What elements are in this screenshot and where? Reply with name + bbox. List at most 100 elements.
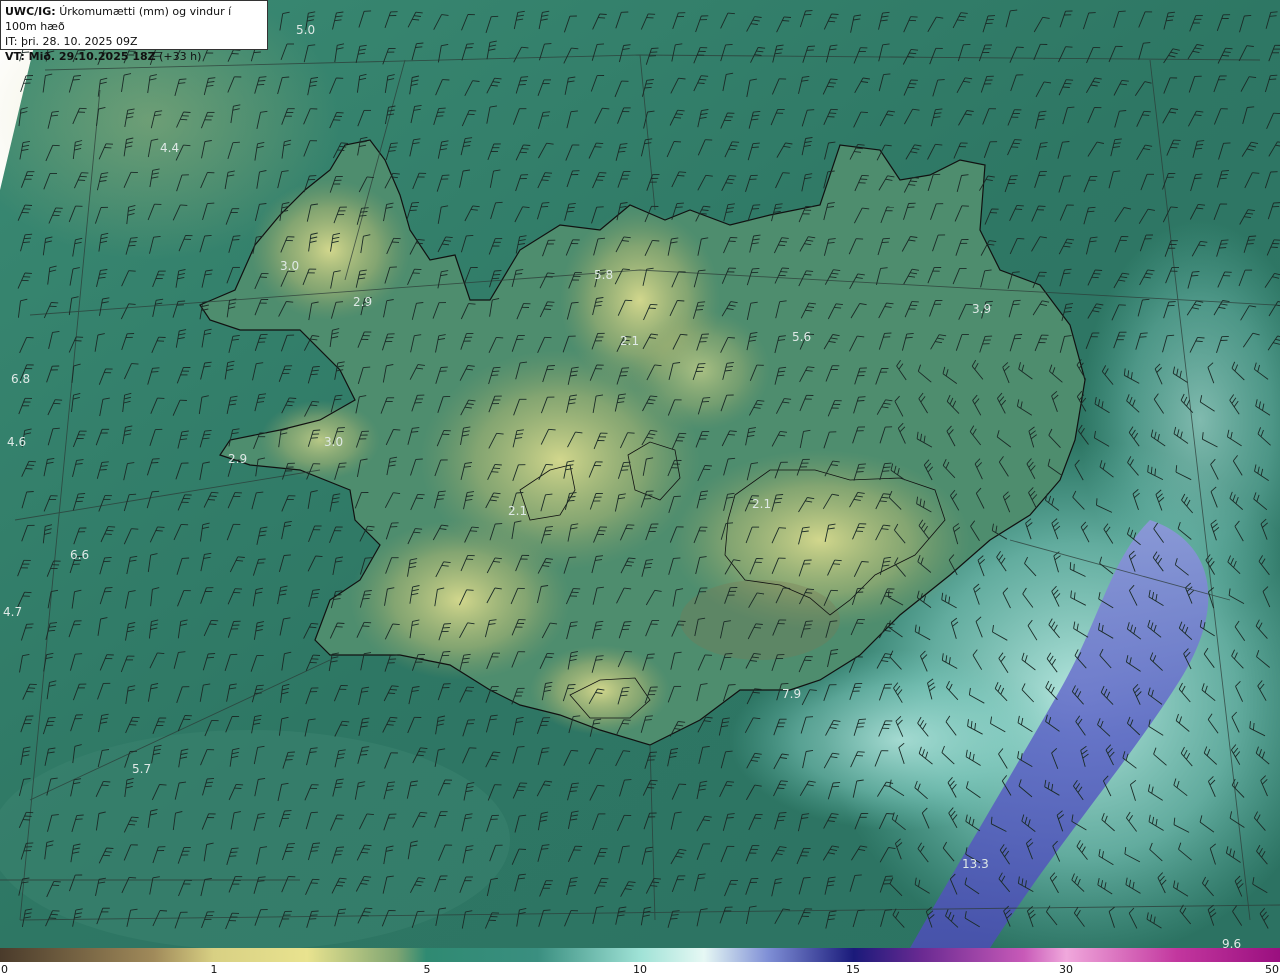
wind-barb-feather	[752, 267, 760, 270]
wind-barb-feather	[179, 78, 187, 80]
wind-barb-feather	[777, 787, 785, 790]
value-label: 3.0	[324, 435, 343, 449]
wind-barb-feather	[860, 111, 868, 114]
wind-barb-feather	[310, 811, 318, 814]
wind-barb-feather	[362, 625, 370, 627]
wind-barb-feather	[523, 144, 531, 146]
wind-barb-feather	[671, 914, 679, 916]
wind-barb-feather	[388, 692, 396, 695]
wind-barb-feather	[1015, 208, 1023, 210]
wind-barb-feather	[389, 146, 397, 148]
wind-barb-feather	[75, 500, 83, 503]
wind-barb-feather	[363, 366, 371, 369]
wind-barb-feather	[256, 684, 264, 687]
wind-barb-feather	[1192, 271, 1200, 273]
wind-barb-feather	[519, 151, 527, 154]
wind-barb-feather	[855, 754, 864, 757]
wind-barb-feather	[53, 880, 61, 883]
wind-barb-feather	[1220, 173, 1228, 176]
wind-barb-feather	[411, 201, 420, 204]
wind-barb-feather	[732, 141, 740, 143]
wind-barb-feather	[342, 720, 350, 723]
wind-barb-feather	[129, 493, 137, 496]
wind-barb-feather	[670, 917, 678, 920]
wind-barb-feather	[1223, 51, 1231, 53]
value-label: 3.0	[280, 259, 299, 273]
wind-barb-feather	[361, 851, 369, 854]
wind-barb-feather	[1096, 498, 1098, 506]
wind-barb-feather	[778, 244, 786, 247]
wind-barb-feather	[493, 366, 501, 369]
wind-barb-feather	[1143, 110, 1151, 113]
wind-barb-feather	[108, 526, 116, 528]
wind-barb-feather	[491, 374, 499, 376]
wind-barb-feather	[752, 142, 760, 145]
wind-barb-feather	[413, 531, 421, 534]
wind-barb-feather	[1014, 139, 1022, 141]
wind-barb-feather	[76, 814, 84, 817]
wind-barb-feather	[1118, 10, 1126, 13]
wind-barb-feather	[311, 910, 319, 912]
wind-barb-feather	[751, 146, 759, 149]
wind-barb-feather	[52, 884, 60, 887]
wind-barb-feather	[128, 244, 136, 247]
wind-barb-feather	[128, 270, 136, 272]
wind-barb-feather	[698, 301, 706, 303]
wind-barb-feather	[647, 787, 655, 789]
wind-barb-feather	[727, 12, 735, 15]
wind-barb-feather	[644, 719, 652, 721]
wind-barb-feather	[548, 428, 556, 431]
wind-barb-feather	[541, 848, 549, 850]
product-line: UWC/IG: Úrkomumætti (mm) og vindur í 100…	[5, 4, 263, 34]
wind-barb-feather	[1195, 340, 1203, 343]
colorbar-tick: 50	[1265, 963, 1279, 976]
wind-barb-feather	[76, 496, 85, 499]
wind-barb-feather	[28, 460, 36, 463]
wind-barb-feather	[727, 336, 735, 339]
valid-time-line: VT: Mið. 29.10.2025 18Z (+33 h)	[5, 49, 263, 64]
wind-barb-feather	[365, 557, 373, 559]
wind-barb-feather	[28, 687, 36, 689]
wind-barb-feather	[547, 301, 555, 303]
wind-barb-feather	[364, 621, 372, 624]
wind-barb-feather	[311, 846, 319, 848]
wind-barb-feather	[545, 526, 553, 528]
value-label: 5.7	[132, 762, 151, 776]
wind-barb-feather	[675, 206, 683, 208]
wind-barb-feather	[780, 271, 788, 273]
wind-barb-feather	[597, 43, 605, 45]
valid-time: VT: Mið. 29.10.2025 18Z	[5, 50, 156, 63]
wind-barb-feather	[1013, 337, 1022, 340]
wind-barb-feather	[861, 561, 869, 563]
wind-barb-feather	[362, 848, 370, 850]
wind-barb-feather	[157, 526, 165, 528]
wind-barb-feather	[1252, 172, 1260, 174]
wind-barb-feather	[1063, 272, 1071, 275]
wind-barb-feather	[703, 397, 711, 399]
wind-barb-feather	[207, 499, 216, 501]
value-label: 2.1	[620, 334, 639, 348]
wind-barb-feather	[676, 202, 684, 205]
wind-barb-feather	[857, 722, 865, 724]
wind-barb-feather	[857, 400, 865, 402]
wind-barb-feather	[598, 17, 606, 19]
wind-barb-feather	[389, 688, 397, 691]
wind-barb-feather	[696, 305, 705, 307]
wind-barb-feather	[1225, 47, 1233, 50]
wind-barb-feather	[495, 201, 503, 204]
wind-barb-feather	[1167, 334, 1175, 337]
wind-barb-feather	[129, 241, 137, 243]
wind-barb-feather	[1221, 170, 1229, 172]
wind-barb-feather	[1270, 74, 1278, 77]
wind-barb-feather	[1012, 303, 1020, 306]
wind-barb-feather	[232, 141, 240, 144]
value-label: 4.4	[160, 141, 179, 155]
wind-barb-feather	[830, 78, 838, 81]
wind-barb-feather	[726, 817, 734, 819]
wind-barb-feather	[858, 718, 867, 721]
wind-barb-feather	[283, 554, 291, 556]
colorbar-labels: 0 1 5 10 15 30 50	[0, 962, 1280, 978]
wind-barb-feather	[1013, 299, 1021, 302]
wind-barb-feather	[1197, 336, 1205, 339]
wind-barb-feather	[1063, 175, 1071, 177]
